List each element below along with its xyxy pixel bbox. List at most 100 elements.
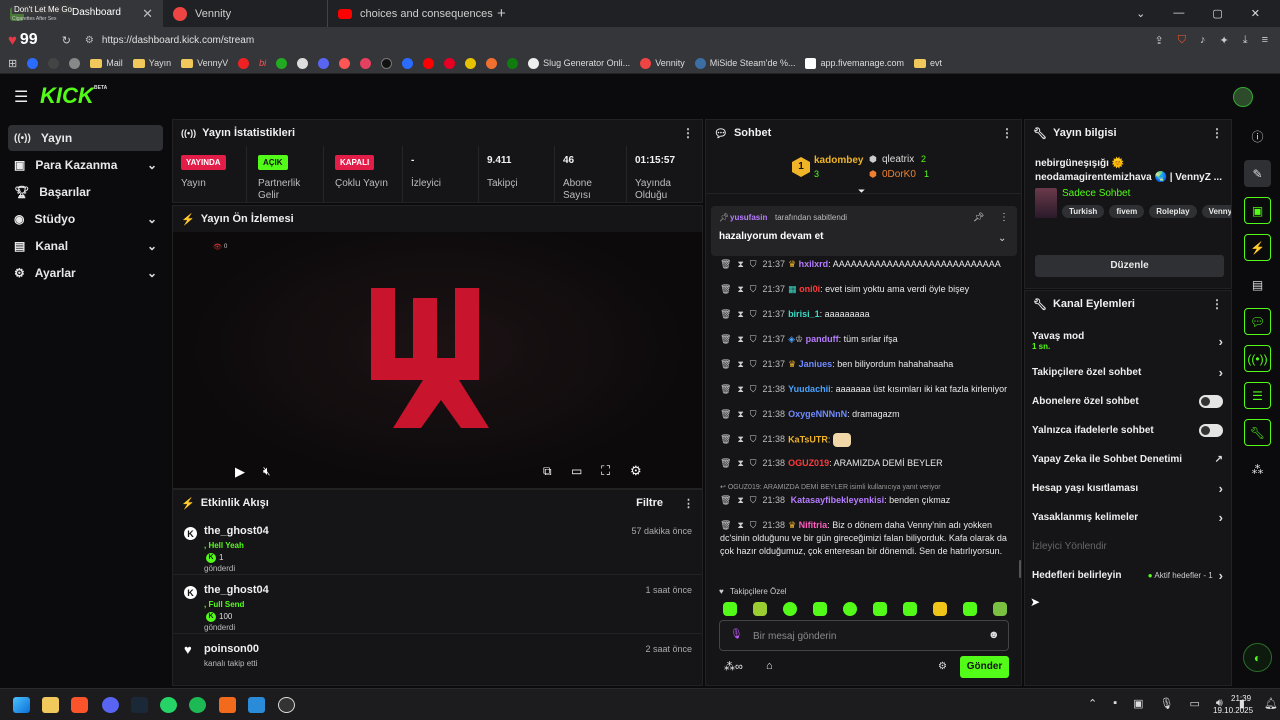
bookmark-bi[interactable]: bi <box>259 58 266 68</box>
ban-icon[interactable]: ⛉ <box>750 409 757 419</box>
mute-button[interactable]: 🔇︎ <box>263 464 271 479</box>
chat-bubble-icon[interactable]: 💬︎ <box>1244 308 1271 335</box>
emote-icon[interactable] <box>963 602 977 616</box>
obs-icon[interactable] <box>278 697 295 713</box>
pip-button[interactable]: ⧉ <box>543 464 552 479</box>
sidebar-item-studyo[interactable]: ◉ Stüdyo ⌄ <box>8 206 163 232</box>
ban-icon[interactable]: ⛉ <box>750 309 757 319</box>
bookmark-icon[interactable] <box>238 57 250 69</box>
bookmark-icon[interactable] <box>297 57 309 69</box>
ban-icon[interactable]: ⛉ <box>750 434 757 444</box>
emote-icon[interactable] <box>843 602 857 616</box>
chat-scrollbar[interactable] <box>1019 560 1021 578</box>
ban-icon[interactable]: ⛉ <box>750 384 757 394</box>
discord-icon[interactable] <box>318 57 330 69</box>
close-tab-icon[interactable]: ✕ <box>142 6 153 22</box>
toggle-switch[interactable] <box>1199 424 1223 437</box>
more-options-icon[interactable]: ⋮ <box>1211 126 1223 140</box>
category-name[interactable]: Sadece Sohbet <box>1062 188 1130 199</box>
bookmark-fivemanage[interactable]: app.fivemanage.com <box>805 57 904 69</box>
tag[interactable]: fivem <box>1109 205 1145 218</box>
display-icon[interactable]: ▭ <box>1190 697 1200 710</box>
whatsapp-icon[interactable] <box>160 697 177 713</box>
store-icon[interactable]: ⌂ <box>766 660 773 672</box>
ban-icon[interactable]: ⛉ <box>750 458 757 468</box>
bookmark-yayin[interactable]: Yayın <box>132 58 171 68</box>
collapse-icon[interactable]: ⏷ <box>858 186 865 197</box>
spotify-icon[interactable] <box>189 697 206 713</box>
filter-button[interactable]: Filtre <box>636 497 663 509</box>
steam-icon[interactable] <box>131 697 148 713</box>
instagram-icon[interactable] <box>360 57 372 69</box>
timeout-icon[interactable]: ⧗ <box>737 309 743 319</box>
timeout-icon[interactable]: ⧗ <box>737 409 743 419</box>
timeout-icon[interactable]: ⧗ <box>737 259 743 269</box>
delete-icon[interactable]: 🗑︎ <box>720 495 731 505</box>
wrench-icon[interactable]: 🔧︎ <box>1244 419 1271 446</box>
bookmark-icon[interactable] <box>486 57 498 69</box>
bookmark-evt[interactable]: evt <box>914 58 942 68</box>
kick-logo[interactable]: KICK <box>40 83 94 109</box>
discord-icon[interactable] <box>102 697 119 713</box>
ban-icon[interactable]: ⛉ <box>750 520 757 530</box>
unpin-icon[interactable]: 📌︎ <box>973 212 984 223</box>
bookmark-icon[interactable] <box>27 57 39 69</box>
emote-icon[interactable] <box>723 602 737 616</box>
delete-icon[interactable]: 🗑︎ <box>720 359 731 369</box>
action-ai-moderation[interactable]: Yapay Zeka ile Sohbet Denetimi ↗ <box>1025 445 1231 474</box>
delete-icon[interactable]: 🗑︎ <box>720 434 731 444</box>
clock-time[interactable]: 21:39 <box>1231 694 1251 703</box>
tag[interactable]: Venny <box>1201 205 1231 218</box>
sidebar-item-para-kazanma[interactable]: ▣ Para Kazanma ⌄ <box>8 152 163 178</box>
layout-icon[interactable]: ☰ <box>1244 382 1271 409</box>
video-player[interactable]: 👁︎ 0 ▶ 🔇︎ ⧉ ▭ ⛶ ⚙ <box>173 232 702 488</box>
tab-vennity[interactable]: Vennity <box>163 0 328 27</box>
bookmark-vennyv[interactable]: VennyV <box>181 58 228 68</box>
play-button[interactable]: ▶ <box>235 464 245 480</box>
notification-bell-icon[interactable]: 🔔︎ <box>1264 697 1278 710</box>
bookmark-mail[interactable]: Mail <box>90 58 123 68</box>
delete-icon[interactable]: 🗑︎ <box>720 384 731 394</box>
tab-search-icon[interactable]: ⌄ <box>1136 7 1145 20</box>
ban-icon[interactable]: ⛉ <box>750 359 757 369</box>
bookmark-miside[interactable]: MiSide Steam'de %... <box>694 57 795 69</box>
delete-icon[interactable]: 🗑︎ <box>720 259 731 269</box>
hamburger-menu-icon[interactable]: ☰ <box>14 87 28 107</box>
sidebar-item-yayin[interactable]: ((•)) Yayın <box>8 125 163 151</box>
bookmark-icon[interactable] <box>48 57 60 69</box>
emote-icon[interactable] <box>873 602 887 616</box>
shield-icon[interactable]: ⛉ <box>1178 34 1186 47</box>
app-tray-icon[interactable]: ▣ <box>1133 697 1143 710</box>
delete-icon[interactable]: 🗑︎ <box>720 334 731 344</box>
tag[interactable]: Roleplay <box>1149 205 1197 218</box>
timeout-icon[interactable]: ⧗ <box>737 384 743 394</box>
emote-icon[interactable] <box>813 602 827 616</box>
menu-icon[interactable]: ≡ <box>1262 34 1268 47</box>
app-icon[interactable] <box>219 697 236 713</box>
bookmark-icon[interactable] <box>69 57 81 69</box>
ban-icon[interactable]: ⛉ <box>750 334 757 344</box>
apps-grid-icon[interactable]: ⊞ <box>8 57 17 70</box>
delete-icon[interactable]: 🗑︎ <box>720 309 731 319</box>
reload-icon[interactable]: ↻ <box>62 34 71 47</box>
timeout-icon[interactable]: ⧗ <box>737 434 743 444</box>
file-explorer-icon[interactable] <box>42 697 59 713</box>
bookmark-icon[interactable] <box>276 57 288 69</box>
emote-icon[interactable] <box>783 602 797 616</box>
tab-dashboard[interactable]: Don't Let Me Go Cigarettes After Sex Das… <box>0 0 163 27</box>
settings-icon[interactable]: ⚙ <box>630 463 642 479</box>
action-account-age[interactable]: Hesap yaşı kısıtlaması › <box>1025 474 1231 503</box>
microphone-icon[interactable]: 🎙︎ <box>1160 697 1174 710</box>
discord-tray-icon[interactable]: ▪ <box>1113 697 1117 710</box>
audio-icon[interactable]: ♪ <box>1200 34 1206 47</box>
lightning-icon[interactable]: ⚡ <box>1244 234 1271 261</box>
tray-expand-icon[interactable]: ⌃ <box>1088 697 1097 710</box>
url-field[interactable]: https://dashboard.kick.com/stream <box>102 35 254 46</box>
delete-icon[interactable]: 🗑︎ <box>720 520 731 530</box>
timeout-icon[interactable]: ⧗ <box>737 495 743 505</box>
community-icon[interactable]: ⁂ <box>1244 456 1271 483</box>
theater-button[interactable]: ▭ <box>571 464 582 478</box>
emoji-picker-icon[interactable]: ☻ <box>988 629 1000 641</box>
download-icon[interactable]: ⤓ <box>1243 34 1248 47</box>
overlay-logo[interactable]: ◐ <box>1243 643 1272 672</box>
